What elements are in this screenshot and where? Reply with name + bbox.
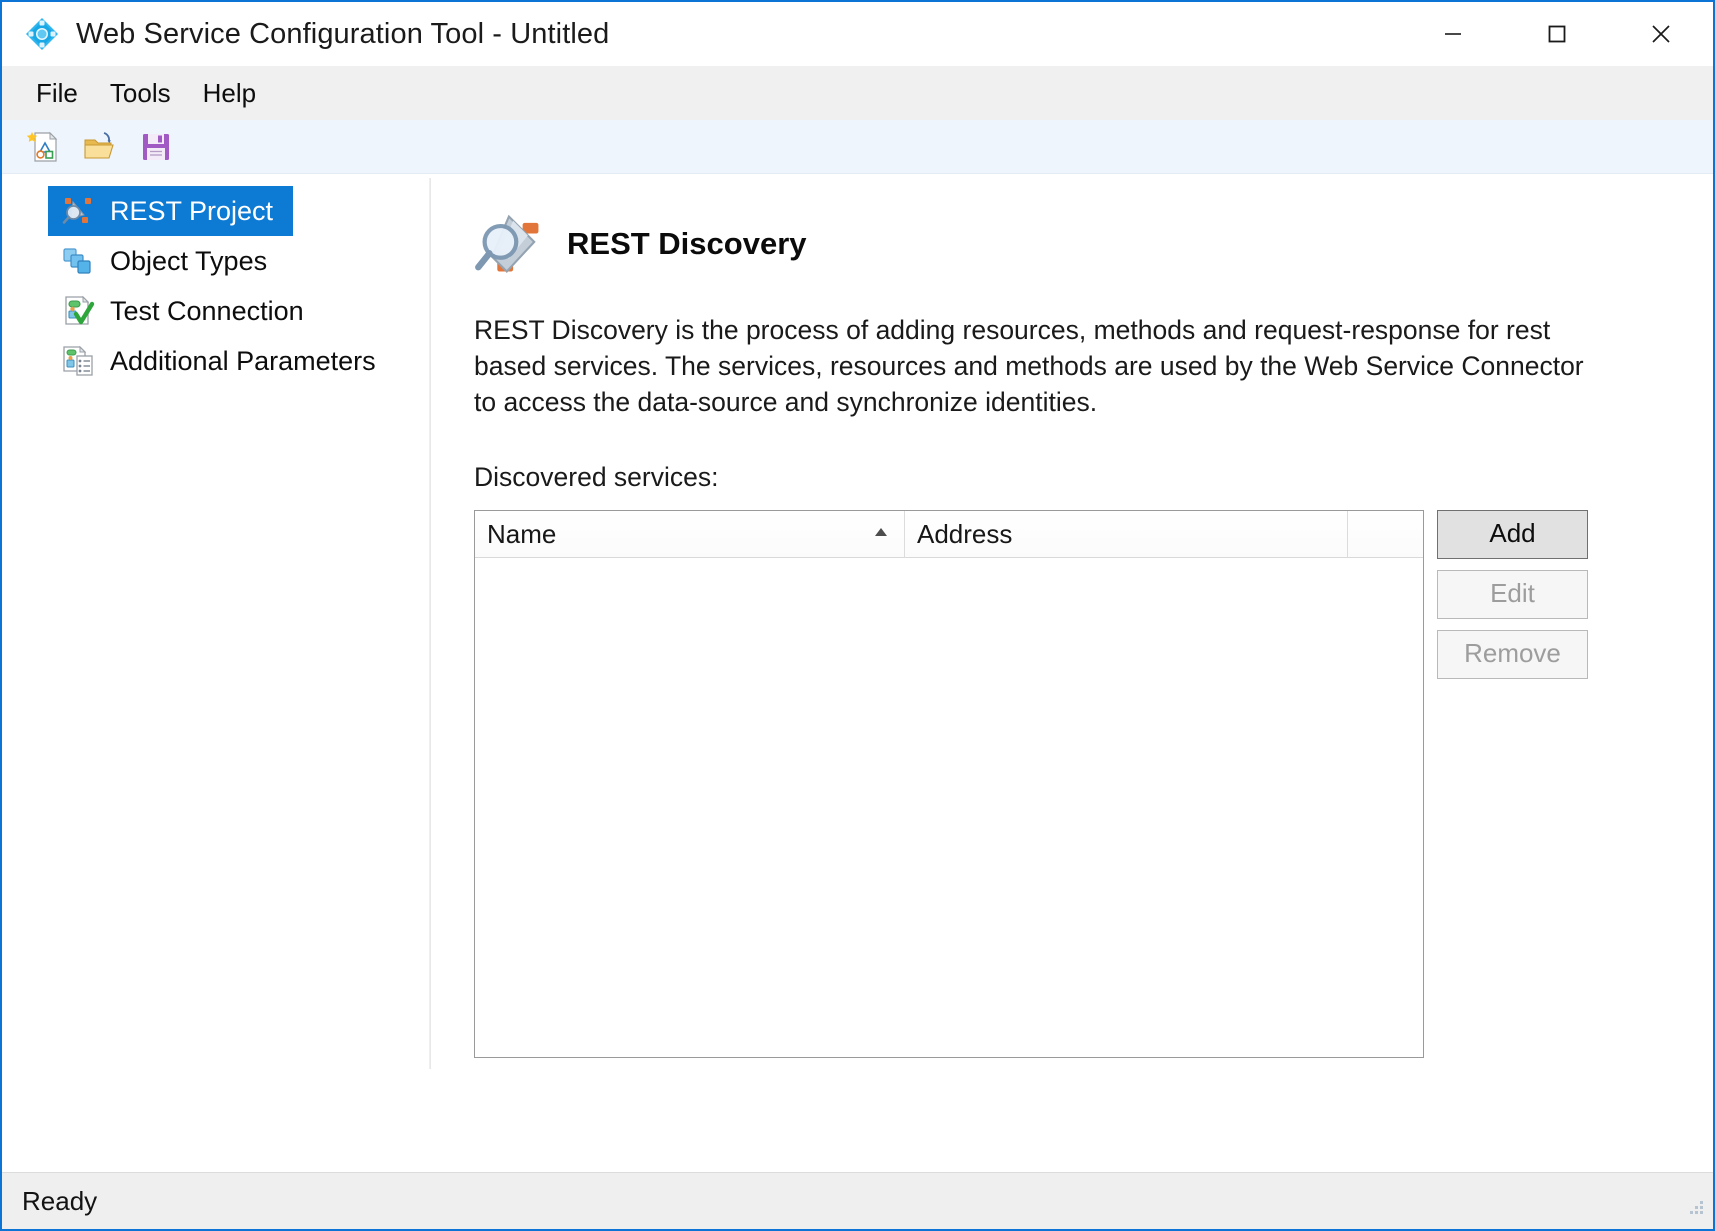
status-text: Ready (22, 1185, 98, 1216)
document-check-icon (60, 293, 96, 329)
column-header-name[interactable]: Name (475, 511, 905, 557)
list-action-buttons: Add Edit Remove (1437, 510, 1588, 690)
page-title: REST Discovery (567, 226, 807, 261)
sort-ascending-icon (872, 525, 890, 543)
sidebar-item-label: REST Project (110, 195, 274, 226)
sidebar-item-label: Additional Parameters (110, 345, 376, 376)
column-header-label: Address (917, 518, 1013, 549)
toolbar (2, 120, 1713, 174)
menu-bar: File Tools Help (2, 66, 1713, 120)
window-title: Web Service Configuration Tool - Untitle… (76, 17, 610, 50)
window-controls (1401, 2, 1713, 66)
satellite-search-icon (60, 193, 96, 229)
close-button[interactable] (1609, 2, 1713, 66)
sidebar-item-test-connection[interactable]: Test Connection (48, 286, 324, 336)
stacked-squares-icon (60, 243, 96, 279)
discovered-services-label: Discovered services: (474, 462, 719, 492)
column-header-label: Name (487, 518, 557, 549)
table-body[interactable] (475, 558, 1423, 1057)
menu-item-file[interactable]: File (20, 74, 94, 113)
table-header-row: Name Address (475, 511, 1423, 558)
title-bar: Web Service Configuration Tool - Untitle… (2, 2, 1713, 66)
document-list-icon (60, 343, 96, 379)
open-folder-icon (82, 129, 118, 165)
sidebar-item-additional-parameters[interactable]: Additional Parameters (48, 336, 396, 386)
page-description: REST Discovery is the process of adding … (474, 315, 1584, 417)
minimize-button[interactable] (1401, 2, 1505, 66)
sidebar-item-rest-project[interactable]: REST Project (48, 186, 294, 236)
save-floppy-icon (138, 129, 174, 165)
sidebar-item-label: Test Connection (110, 295, 304, 326)
new-project-button[interactable] (18, 124, 70, 170)
add-button[interactable]: Add (1437, 510, 1588, 559)
edit-button[interactable]: Edit (1437, 570, 1588, 619)
diamond-node-icon (24, 16, 60, 52)
application-window: Web Service Configuration Tool - Untitle… (0, 0, 1715, 1231)
menu-item-tools[interactable]: Tools (94, 74, 187, 113)
save-project-button[interactable] (130, 124, 182, 170)
open-project-button[interactable] (74, 124, 126, 170)
discovered-services-table[interactable]: Name Address (474, 510, 1424, 1058)
column-header-address[interactable]: Address (905, 511, 1348, 557)
column-header-filler[interactable] (1348, 511, 1423, 557)
satellite-search-icon (473, 206, 549, 282)
remove-button[interactable]: Remove (1437, 630, 1588, 679)
sidebar-item-object-types[interactable]: Object Types (48, 236, 287, 286)
menu-item-help[interactable]: Help (187, 74, 272, 113)
resize-grip-icon[interactable] (1681, 1194, 1707, 1225)
status-bar: Ready (2, 1172, 1713, 1229)
sidebar-navigation: REST Project Object Types Test Connectio… (2, 174, 429, 1079)
maximize-button[interactable] (1505, 2, 1609, 66)
new-document-icon (26, 129, 62, 165)
body-area: REST Project Object Types Test Connectio… (2, 174, 1713, 1079)
discovered-services-section: Name Address Add Edit Remove (474, 510, 1713, 1058)
page-header: REST Discovery (473, 206, 1713, 282)
main-content-pane: REST Discovery REST Discovery is the pro… (431, 174, 1713, 1079)
sidebar-item-label: Object Types (110, 245, 268, 276)
